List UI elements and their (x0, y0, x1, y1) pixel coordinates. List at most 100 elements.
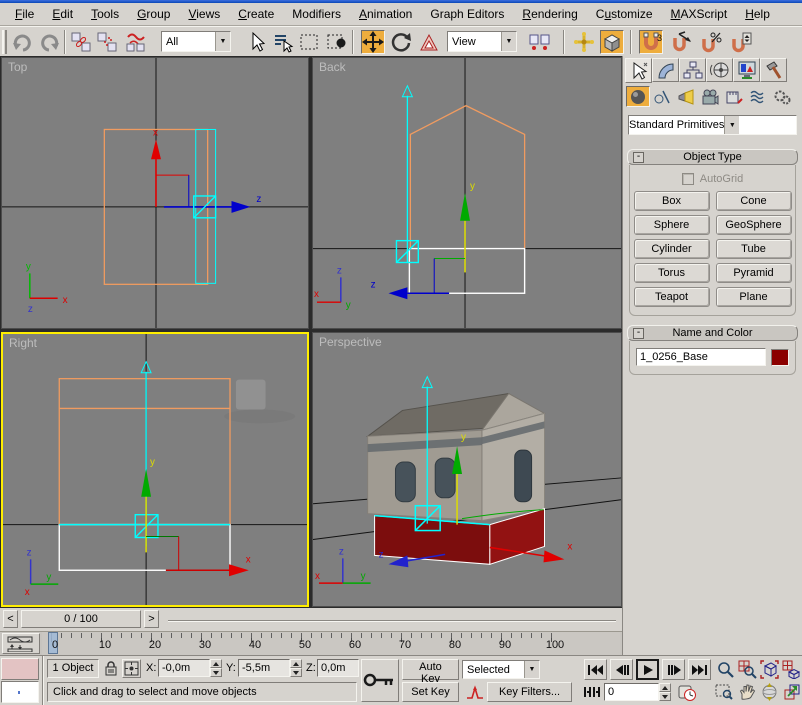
y-coordinate-field[interactable]: -5,5m (238, 659, 290, 677)
chevron-down-icon[interactable]: ▼ (215, 32, 230, 51)
viewport-back-canvas[interactable]: y z z x y (313, 58, 621, 328)
go-to-start-button[interactable] (584, 659, 607, 680)
reference-coordinate-system-dropdown[interactable]: View ▼ (447, 31, 517, 52)
window-crossing-toggle-icon[interactable] (325, 30, 349, 54)
category-helpers-icon[interactable] (722, 86, 746, 107)
x-spinner[interactable] (210, 659, 222, 677)
move-gizmo[interactable]: x z (151, 127, 261, 217)
default-in-out-tangents-icon[interactable] (463, 682, 486, 704)
go-to-end-button[interactable] (688, 659, 711, 680)
time-slider-handle[interactable]: 0 / 100 (21, 610, 141, 628)
viewport-label-top[interactable]: Top (8, 60, 27, 74)
zoom-extents-all-icon[interactable] (780, 658, 802, 680)
chevron-down-icon[interactable]: ▼ (501, 32, 516, 51)
category-space-warps-icon[interactable] (746, 86, 770, 107)
menu-modifiers[interactable]: Modifiers (283, 4, 350, 25)
viewport-label-back[interactable]: Back (319, 60, 346, 74)
set-key-button[interactable]: Set Key (402, 682, 459, 702)
tab-utilities[interactable] (760, 58, 787, 82)
key-filters-button[interactable]: Key Filters... (487, 682, 572, 702)
chevron-down-icon[interactable]: ▼ (724, 116, 739, 134)
viewport-right-canvas[interactable]: y x z y x (3, 334, 307, 605)
viewport-back[interactable]: y z z x y Back (312, 57, 622, 329)
collapse-icon[interactable]: - (633, 328, 644, 339)
spinner-snap-toggle-icon[interactable] (729, 30, 753, 54)
rectangular-selection-region-icon[interactable] (297, 30, 321, 54)
auto-key-button[interactable]: Auto Key (402, 659, 459, 680)
select-object-icon[interactable] (245, 30, 269, 54)
tab-modify[interactable] (652, 58, 679, 82)
category-lights-icon[interactable] (674, 86, 698, 107)
viewport-label-perspective[interactable]: Perspective (319, 335, 382, 349)
box-button[interactable]: Box (634, 191, 710, 211)
mini-curve-editor-button[interactable] (2, 633, 40, 654)
menu-edit[interactable]: Edit (43, 4, 82, 25)
menu-group[interactable]: Group (128, 4, 179, 25)
current-frame-field[interactable]: 0 (604, 683, 659, 701)
menu-views[interactable]: Views (179, 4, 229, 25)
name-color-rollout-header[interactable]: - Name and Color (627, 325, 798, 341)
category-geometry-icon[interactable] (626, 86, 650, 107)
selection-filter-dropdown[interactable]: All ▼ (161, 31, 231, 52)
play-animation-button[interactable] (636, 659, 659, 680)
select-and-rotate-icon[interactable] (389, 30, 413, 54)
previous-frame-arrow[interactable]: < (3, 610, 18, 628)
tab-motion[interactable] (706, 58, 733, 82)
angle-snap-toggle-icon[interactable] (669, 30, 693, 54)
teapot-button[interactable]: Teapot (634, 287, 710, 307)
category-cameras-icon[interactable] (698, 86, 722, 107)
menu-customize[interactable]: Customize (587, 4, 662, 25)
category-shapes-icon[interactable] (650, 86, 674, 107)
torus-button[interactable]: Torus (634, 263, 710, 283)
zoom-all-icon[interactable] (736, 658, 759, 680)
menu-tools[interactable]: Tools (82, 4, 128, 25)
select-and-manipulate-icon[interactable] (572, 30, 596, 54)
plane-button[interactable]: Plane (716, 287, 792, 307)
autogrid-checkbox[interactable] (682, 173, 694, 185)
menu-graph-editors[interactable]: Graph Editors (421, 4, 513, 25)
bind-to-space-warp-icon[interactable] (123, 30, 147, 54)
y-spinner[interactable] (290, 659, 302, 677)
object-name-input[interactable]: 1_0256_Base (636, 348, 766, 366)
menu-help[interactable]: Help (736, 4, 779, 25)
frame-spinner[interactable] (659, 683, 671, 701)
menu-file[interactable]: File (6, 4, 43, 25)
time-slider-track[interactable] (168, 620, 616, 622)
keyboard-shortcut-override-icon[interactable] (600, 30, 624, 54)
geosphere-button[interactable]: GeoSphere (716, 215, 792, 235)
select-and-scale-icon[interactable] (417, 30, 441, 54)
category-systems-icon[interactable] (770, 86, 794, 107)
tab-hierarchy[interactable] (679, 58, 706, 82)
chevron-down-icon[interactable]: ▼ (524, 661, 539, 678)
snaps-toggle-icon[interactable]: 3 (639, 30, 663, 54)
zoom-icon[interactable] (714, 658, 737, 680)
tube-button[interactable]: Tube (716, 239, 792, 259)
selection-set-dropdown[interactable]: Selected ▼ (462, 660, 540, 679)
zoom-extents-icon[interactable] (758, 658, 781, 680)
pan-hand-icon[interactable] (736, 681, 759, 703)
select-and-move-icon[interactable] (361, 30, 385, 54)
sphere-button[interactable]: Sphere (634, 215, 710, 235)
next-frame-arrow[interactable]: > (144, 610, 159, 628)
previous-frame-button[interactable] (610, 659, 633, 680)
absolute-mode-toggle-icon[interactable] (122, 659, 141, 678)
collapse-icon[interactable]: - (633, 152, 644, 163)
menu-create[interactable]: Create (229, 4, 283, 25)
viewport-top[interactable]: x z y x z Top (1, 57, 309, 329)
move-gizmo[interactable]: y z (371, 86, 475, 299)
menu-animation[interactable]: Animation (350, 4, 421, 25)
key-mode-toggle-icon[interactable] (580, 681, 603, 703)
object-type-rollout-header[interactable]: - Object Type (627, 149, 798, 165)
time-configuration-icon[interactable] (676, 682, 699, 704)
set-keys-button[interactable] (361, 659, 399, 702)
cone-button[interactable]: Cone (716, 191, 792, 211)
percent-snap-toggle-icon[interactable] (699, 30, 723, 54)
viewport-perspective[interactable]: y x z z x y Perspectiv (312, 332, 622, 607)
macro-recorder-pane[interactable] (1, 658, 39, 680)
unlink-selection-icon[interactable] (95, 30, 119, 54)
arc-rotate-icon[interactable] (758, 681, 781, 703)
primitive-category-dropdown[interactable]: Standard Primitives ▼ (628, 115, 797, 135)
track-bar-ruler[interactable]: 0 10 20 30 40 50 60 70 80 90 100 (42, 632, 620, 655)
viewport-perspective-canvas[interactable]: y x z z x y (313, 333, 621, 606)
menu-maxscript[interactable]: MAXScript (662, 4, 737, 25)
